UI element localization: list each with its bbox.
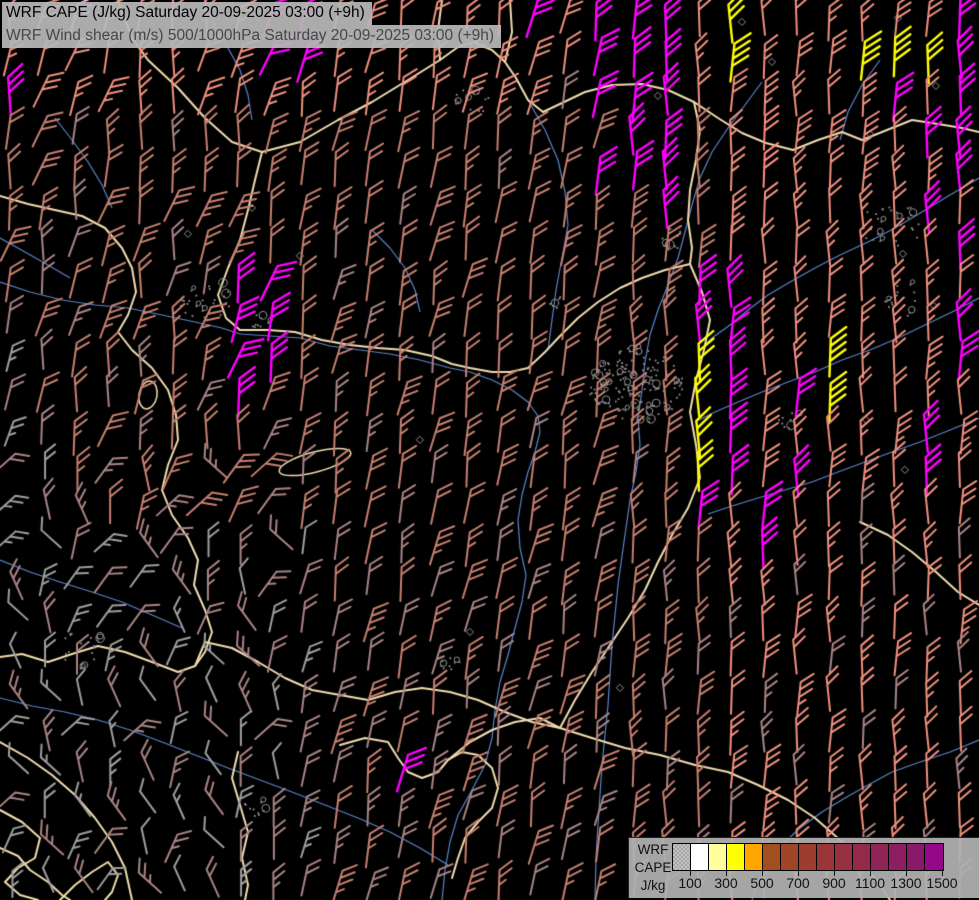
legend-swatch: [871, 844, 889, 870]
legend-swatch: [745, 844, 763, 870]
legend-swatch: [853, 844, 871, 870]
legend-panel: WRF CAPE J/kg 100 300 500 700 900 1100 1300 150…: [628, 837, 979, 898]
header-title-windshear: WRF Wind shear (m/s) 500/1000hPa Saturda…: [2, 25, 502, 48]
legend-tick-label: 300: [714, 875, 738, 891]
header-title-cape: WRF CAPE (J/kg) Saturday 20-09-2025 03:0…: [2, 2, 372, 25]
legend-swatch: [889, 844, 907, 870]
weather-map-page: WRF CAPE (J/kg) Saturday 20-09-2025 03:0…: [0, 0, 979, 900]
legend-swatch: [781, 844, 799, 870]
legend-label-line1: WRF: [637, 842, 669, 857]
legend-tick-label: 900: [822, 875, 846, 891]
legend-tick-label: 1300: [890, 875, 922, 891]
legend-tick-label: 700: [786, 875, 810, 891]
legend-tick-label: 500: [750, 875, 774, 891]
legend-colorbar: [672, 843, 944, 871]
legend-tick-label: 100: [678, 875, 702, 891]
legend-label-line3: J/kg: [640, 878, 666, 893]
legend-swatch: [709, 844, 727, 870]
legend-swatch: [835, 844, 853, 870]
legend-swatch: [673, 844, 691, 870]
legend-swatch: [817, 844, 835, 870]
legend-tick-label: 1100: [854, 875, 886, 891]
legend-label: WRF CAPE J/kg: [633, 841, 673, 895]
legend-tick-label: 1500: [926, 875, 958, 891]
legend-swatch: [799, 844, 817, 870]
legend-label-line2: CAPE: [634, 860, 672, 875]
legend-swatch: [763, 844, 781, 870]
legend-swatch: [907, 844, 925, 870]
legend-swatch: [727, 844, 745, 870]
header-bar: WRF CAPE (J/kg) Saturday 20-09-2025 03:0…: [2, 2, 502, 48]
legend-swatch: [691, 844, 709, 870]
legend-swatch: [925, 844, 943, 870]
map-canvas: [0, 0, 979, 900]
